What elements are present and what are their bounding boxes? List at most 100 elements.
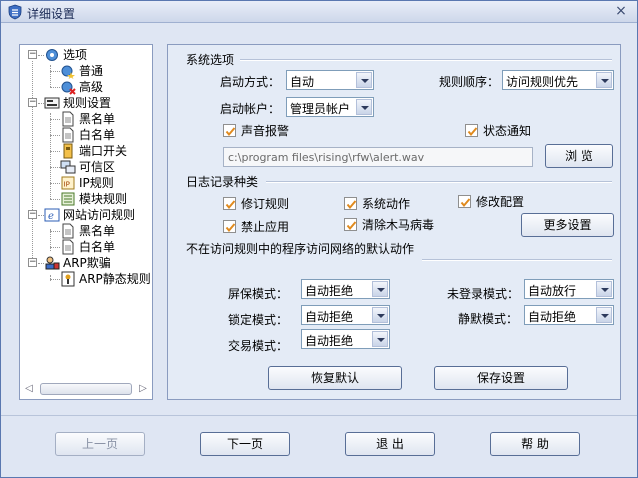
system-action-checkbox[interactable]: 系统动作 xyxy=(344,196,434,212)
network-icon xyxy=(60,160,76,174)
restore-default-button[interactable]: 恢复默认 xyxy=(268,366,402,390)
chevron-down-icon[interactable] xyxy=(356,72,372,88)
modify-config-checkbox[interactable]: 修改配置 xyxy=(458,194,548,210)
tree-item-label: ARP静态规则 xyxy=(79,272,151,286)
modify-config-label: 修改配置 xyxy=(476,195,525,209)
checkbox-checked[interactable] xyxy=(223,197,236,210)
not-logged-mode-label: 未登录模式： xyxy=(447,287,520,301)
chevron-down-icon[interactable] xyxy=(596,72,612,88)
trade-mode-label: 交易模式： xyxy=(228,339,289,353)
checkbox-checked[interactable] xyxy=(344,197,357,210)
ie-icon: e xyxy=(44,208,60,222)
trade-mode-select[interactable]: 自动拒绝 xyxy=(301,329,390,349)
expander-website-rules[interactable]: − xyxy=(28,210,37,219)
sound-file-path-input[interactable]: c:\program files\rising\rfw\alert.wav xyxy=(223,147,533,167)
startup-account-select[interactable]: 管理员帐户 xyxy=(286,97,374,117)
rule-order-value: 访问规则优先 xyxy=(506,75,579,89)
not-logged-mode-value: 自动放行 xyxy=(528,284,577,298)
module-icon xyxy=(61,192,75,206)
checkbox-checked[interactable] xyxy=(458,195,471,208)
status-notify-checkbox[interactable]: 状态通知 xyxy=(465,123,555,139)
rules-icon xyxy=(44,97,60,109)
svg-text:IP: IP xyxy=(64,181,70,189)
tree-item-label: 普通 xyxy=(79,64,104,78)
tree-item-label: 白名单 xyxy=(79,128,116,142)
remove-trojan-label: 清除木马病毒 xyxy=(362,218,435,232)
separator xyxy=(422,259,612,261)
close-button[interactable]: × xyxy=(613,3,629,19)
window-title: 详细设置 xyxy=(27,7,76,21)
document-icon xyxy=(62,223,74,239)
scroll-left-icon[interactable]: ◁ xyxy=(22,381,36,397)
save-settings-button[interactable]: 保存设置 xyxy=(434,366,568,390)
settings-window: 详细设置 × − − − − 选项 普通 高级 规则设置 黑名单 白名单 端口开… xyxy=(0,0,638,478)
not-logged-mode-select[interactable]: 自动放行 xyxy=(524,279,614,299)
tree-horizontal-scrollbar[interactable]: ◁ ▷ xyxy=(22,381,150,397)
tree-item-label: 网站访问规则 xyxy=(63,208,136,222)
footer-bar: 上一页 下一页 退 出 帮 助 xyxy=(1,415,637,477)
arp-icon xyxy=(45,256,60,270)
screensaver-mode-label: 屏保模式： xyxy=(228,287,289,301)
gear-red-icon xyxy=(61,81,76,95)
svg-text:e: e xyxy=(48,211,54,222)
expander-arp[interactable]: − xyxy=(28,258,37,267)
help-button[interactable]: 帮 助 xyxy=(490,432,580,456)
screensaver-mode-select[interactable]: 自动拒绝 xyxy=(301,279,390,299)
silent-mode-value: 自动拒绝 xyxy=(528,310,577,324)
revise-rule-label: 修订规则 xyxy=(241,197,290,211)
tree-item-label: 选项 xyxy=(63,48,88,62)
revise-rule-checkbox[interactable]: 修订规则 xyxy=(223,196,313,212)
status-notify-label: 状态通知 xyxy=(483,124,532,138)
chevron-down-icon[interactable] xyxy=(372,307,388,323)
document-icon xyxy=(62,127,74,143)
ip-icon: IP xyxy=(61,176,75,190)
scroll-right-icon[interactable]: ▷ xyxy=(136,381,150,397)
silent-mode-select[interactable]: 自动拒绝 xyxy=(524,305,614,325)
chevron-down-icon[interactable] xyxy=(356,99,372,115)
checkbox-checked[interactable] xyxy=(223,220,236,233)
default-action-title: 不在访问规则中的程序访问网络的默认动作 xyxy=(186,242,415,256)
prev-page-button[interactable]: 上一页 xyxy=(55,432,145,456)
system-options-title: 系统选项 xyxy=(186,53,235,67)
startup-mode-label: 启动方式： xyxy=(220,75,281,89)
startup-mode-value: 自动 xyxy=(290,75,315,89)
exit-button[interactable]: 退 出 xyxy=(345,432,435,456)
gear-icon xyxy=(46,49,58,61)
sound-alarm-checkbox[interactable]: 声音报警 xyxy=(223,123,313,139)
tree-item-label: 规则设置 xyxy=(63,96,112,110)
screensaver-mode-value: 自动拒绝 xyxy=(305,284,354,298)
next-page-button[interactable]: 下一页 xyxy=(200,432,290,456)
remove-trojan-checkbox[interactable]: 清除木马病毒 xyxy=(344,217,444,233)
chevron-down-icon[interactable] xyxy=(372,281,388,297)
chevron-down-icon[interactable] xyxy=(372,331,388,347)
trade-mode-value: 自动拒绝 xyxy=(305,334,354,348)
app-shield-icon xyxy=(8,4,22,20)
expander-rules[interactable]: − xyxy=(28,98,37,107)
more-settings-button[interactable]: 更多设置 xyxy=(521,213,614,237)
separator xyxy=(266,181,612,183)
checkbox-checked[interactable] xyxy=(223,124,236,137)
rule-order-select[interactable]: 访问规则优先 xyxy=(502,70,614,90)
arp-static-icon xyxy=(61,271,75,287)
tree-item-label: IP规则 xyxy=(79,176,114,190)
silent-mode-label: 静默模式： xyxy=(458,312,519,326)
tree-item-label: 黑名单 xyxy=(79,224,116,238)
checkbox-checked[interactable] xyxy=(344,218,357,231)
chevron-down-icon[interactable] xyxy=(596,307,612,323)
scroll-thumb[interactable] xyxy=(40,383,132,395)
tree-item-label: ARP欺骗 xyxy=(63,256,111,270)
startup-mode-select[interactable]: 自动 xyxy=(286,70,374,90)
checkbox-checked[interactable] xyxy=(465,124,478,137)
browse-button[interactable]: 浏 览 xyxy=(545,144,613,168)
lock-mode-label: 锁定模式： xyxy=(228,313,289,327)
tree-item-label: 可信区 xyxy=(79,160,116,174)
document-icon xyxy=(62,111,74,127)
gear-star-icon xyxy=(61,65,75,79)
forbid-app-checkbox[interactable]: 禁止应用 xyxy=(223,219,313,235)
lock-mode-select[interactable]: 自动拒绝 xyxy=(301,305,390,325)
chevron-down-icon[interactable] xyxy=(596,281,612,297)
settings-main-panel: 系统选项 启动方式： 自动 规则顺序： 访问规则优先 启动帐户： 管理员帐户 声… xyxy=(167,44,621,400)
expander-options[interactable]: − xyxy=(28,50,37,59)
lock-mode-value: 自动拒绝 xyxy=(305,310,354,324)
rule-order-label: 规则顺序： xyxy=(439,75,500,89)
